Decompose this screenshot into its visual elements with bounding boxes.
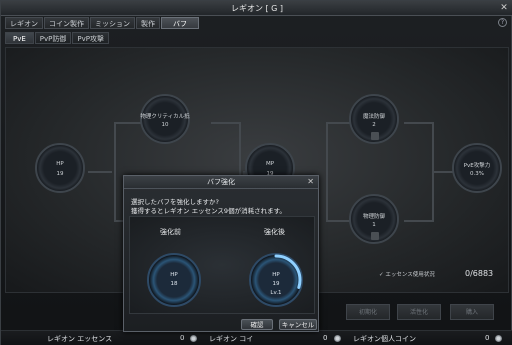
upgrade-progress-arc — [250, 254, 302, 306]
buff-level: 1 — [372, 222, 376, 228]
buff-name: 物理クリティカル抵 — [140, 114, 190, 120]
tree-connector — [88, 171, 112, 173]
help-icon[interactable]: ? — [498, 18, 507, 27]
buff-level: 0.3% — [470, 171, 484, 177]
coin-icon — [334, 335, 341, 342]
title-bar: レギオン [ G ] ✕ — [1, 1, 512, 16]
tab-craft[interactable]: 製作 — [136, 17, 160, 29]
compare-panel: 強化前 強化後 HP 18 HP 19 Lv.1 — [129, 216, 315, 314]
after-label: 強化後 — [264, 228, 285, 236]
tab-coin-craft[interactable]: コイン製作 — [44, 17, 89, 29]
before-buff-ring: HP 18 — [147, 253, 201, 307]
main-tabs: レギオン コイン製作 ミッション 製作 バフ — [5, 17, 199, 29]
dialog-close-icon[interactable]: ✕ — [307, 177, 314, 186]
activate-button[interactable]: 活性化 — [397, 304, 441, 320]
buff-rank: Lv.1 — [270, 290, 282, 296]
essence-icon — [190, 335, 197, 342]
essence-usage-label: ✓ エッセンス使用状況 — [379, 272, 435, 278]
personal-coin-value: 0 — [485, 334, 490, 342]
buff-name: 物理防御 — [362, 214, 385, 220]
legion-coin-label: レギオン コイ — [209, 335, 254, 343]
buff-name: PvE攻撃力 — [463, 163, 491, 169]
subtab-pvp-defense[interactable]: PvP防御 — [34, 32, 72, 44]
tab-mission[interactable]: ミッション — [90, 17, 135, 29]
buff-name: HP — [170, 272, 178, 278]
buff-node-hp[interactable]: HP 19 — [35, 143, 85, 193]
buff-node-pve-attack[interactable]: PvE攻撃力 0.3% — [452, 143, 502, 193]
personal-coin-icon — [495, 335, 502, 342]
subtab-pve[interactable]: PvE — [5, 32, 34, 44]
essence-count: 0/6883 — [465, 269, 494, 278]
buff-name: MP — [265, 161, 275, 167]
legion-essence-label: レギオン エッセンス — [47, 335, 113, 343]
lock-icon — [371, 132, 379, 140]
buff-level: 18 — [170, 281, 178, 287]
reset-button[interactable]: 初期化 — [346, 304, 390, 320]
buff-upgrade-dialog: バフ強化 ✕ 選択したバフを強化しますか? 獲得するとレギオン エッセンス9個が… — [123, 175, 319, 332]
buff-level: 19 — [272, 281, 280, 287]
after-buff-ring: HP 19 Lv.1 — [249, 253, 303, 307]
buff-node-physical-defense[interactable]: 物理防御 1 — [349, 194, 399, 244]
essence-usage-text: エッセンス使用状況 — [385, 272, 435, 278]
close-icon[interactable]: ✕ — [499, 3, 509, 13]
buff-name: HP — [272, 272, 280, 278]
confirm-button[interactable]: 確認 — [241, 319, 273, 330]
buff-level: 19 — [56, 171, 64, 177]
tab-buff[interactable]: バフ — [161, 17, 199, 29]
cancel-button[interactable]: キャンセル — [279, 319, 317, 330]
dialog-title: バフ強化 — [124, 176, 318, 189]
personal-coin-label: レギオン個人コイン — [353, 335, 416, 343]
before-label: 強化前 — [160, 228, 181, 236]
purchase-button[interactable]: 購入 — [450, 304, 494, 320]
currency-footer: レギオン エッセンス 0 レギオン コイ 0 レギオン個人コイン 0 — [1, 330, 512, 345]
buff-level: 2 — [372, 122, 376, 128]
legion-coin-value: 0 — [323, 334, 328, 342]
legion-essence-value: 0 — [180, 334, 185, 342]
tree-connector — [434, 171, 454, 173]
window-title: レギオン [ G ] — [230, 4, 284, 13]
tab-legion[interactable]: レギオン — [5, 17, 43, 29]
buff-level: 10 — [161, 122, 169, 128]
lock-icon — [371, 232, 379, 240]
tree-connector — [404, 122, 434, 222]
subtab-pvp-attack[interactable]: PvP攻撃 — [72, 32, 109, 44]
buff-node-magic-defense[interactable]: 魔法防御 2 — [349, 94, 399, 144]
dialog-message-2: 獲得するとレギオン エッセンス9個が消耗されます。 — [131, 207, 286, 215]
buff-node-critical[interactable]: 物理クリティカル抵 10 — [140, 94, 190, 144]
buff-name: HP — [56, 161, 64, 167]
sub-tabs: PvE PvP防御 PvP攻撃 — [5, 32, 109, 44]
buff-name: 魔法防御 — [362, 114, 385, 120]
